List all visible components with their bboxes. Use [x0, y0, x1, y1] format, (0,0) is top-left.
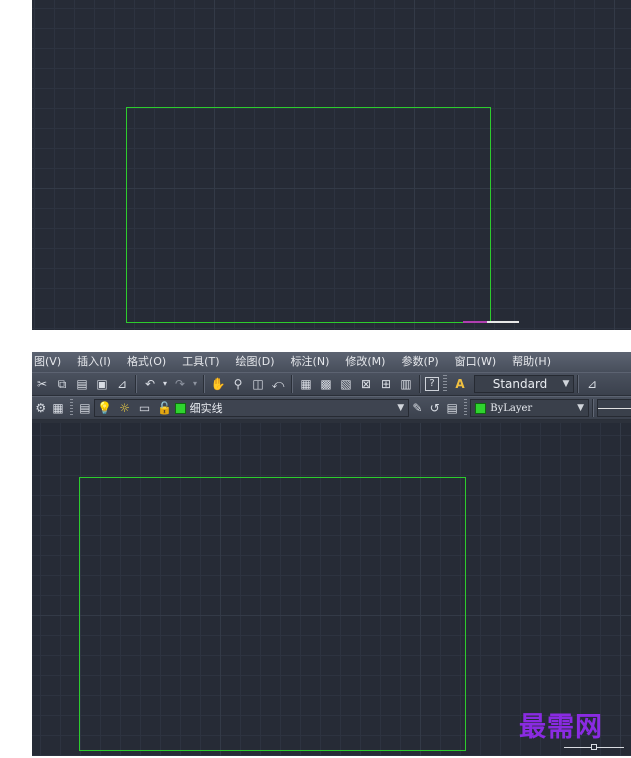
- toolbar-grip[interactable]: [463, 399, 468, 417]
- standard-toolbar: ✂ ⧉ ▤ ▣ ⊿ ↶ ▾ ↷ ▾ ✋ ⚲ ◫ ⤺ ▦ ▩ ▧ ⊠ ⊞ ▥ ? …: [32, 372, 631, 396]
- tool-palettes-icon[interactable]: ▧: [337, 375, 355, 393]
- layers-toolbar: ⚙ ▦ ▤ 💡 ☼ ▭ 🔓 细实线 ▼ ✎ ↺ ▤ ByLayer ▼: [32, 396, 631, 420]
- color-swatch: [475, 402, 487, 414]
- redo-icon[interactable]: ↷: [171, 375, 189, 393]
- drawing-canvas-top[interactable]: [32, 0, 631, 330]
- menu-format[interactable]: 格式(O): [119, 352, 174, 372]
- zoom-realtime-icon[interactable]: ⚲: [229, 375, 247, 393]
- linetype-dropdown[interactable]: [596, 399, 631, 417]
- properties-icon[interactable]: ▦: [297, 375, 315, 393]
- undo-icon[interactable]: ↶: [141, 375, 159, 393]
- text-style-icon[interactable]: A: [451, 375, 469, 393]
- color-dropdown[interactable]: ByLayer ▼: [470, 399, 589, 417]
- ucs-origin-icon: [591, 744, 597, 750]
- toolbar-separator: [419, 375, 421, 393]
- color-value: ByLayer: [490, 402, 533, 414]
- layer-lock-icon: 🔓: [157, 401, 173, 415]
- make-current-layer-icon[interactable]: ✎: [410, 399, 425, 417]
- toolbar-grip[interactable]: [69, 399, 74, 417]
- layer-manager-icon[interactable]: ▦: [50, 399, 65, 417]
- block-editor-icon[interactable]: ⊿: [113, 375, 131, 393]
- pan-icon[interactable]: ✋: [209, 375, 227, 393]
- menu-window[interactable]: 窗口(W): [447, 352, 504, 372]
- sheet-set-icon[interactable]: ⊠: [357, 375, 375, 393]
- chevron-down-icon: ▼: [577, 403, 585, 413]
- zoom-previous-icon[interactable]: ⤺: [269, 375, 287, 393]
- menu-insert[interactable]: 插入(I): [69, 352, 119, 372]
- menu-draw[interactable]: 绘图(D): [228, 352, 283, 372]
- chevron-down-icon: ▼: [562, 379, 570, 389]
- layer-on-icon: 💡: [97, 401, 113, 415]
- toolbar-grip[interactable]: [443, 375, 447, 393]
- layer-viewport-icon: ▭: [138, 401, 151, 415]
- top-status-marker-white: [487, 321, 519, 323]
- image-gap: [0, 330, 631, 352]
- layer-properties-icon[interactable]: ▤: [77, 399, 92, 417]
- text-style-dropdown[interactable]: Standard ▼: [474, 375, 574, 393]
- layer-color-swatch: [174, 402, 186, 414]
- undo-dropdown-icon[interactable]: ▾: [161, 375, 169, 393]
- zoom-window-icon[interactable]: ◫: [249, 375, 267, 393]
- design-center-icon[interactable]: ▩: [317, 375, 335, 393]
- green-rectangle-top[interactable]: [126, 107, 491, 323]
- watermark-logo: 最需网: [519, 712, 603, 743]
- toolbar-separator: [591, 399, 594, 417]
- menu-tools[interactable]: 工具(T): [174, 352, 227, 372]
- toolbar-separator: [577, 375, 579, 393]
- text-style-value: Standard: [492, 377, 548, 391]
- menu-modify[interactable]: 修改(M): [337, 352, 393, 372]
- menu-help[interactable]: 帮助(H): [504, 352, 559, 372]
- redo-dropdown-icon[interactable]: ▾: [191, 375, 199, 393]
- paste-icon[interactable]: ▤: [73, 375, 91, 393]
- toolbar-separator: [291, 375, 293, 393]
- layer-dropdown[interactable]: 💡 ☼ ▭ 🔓 细实线 ▼: [93, 399, 409, 417]
- menu-bar: 图(V) 插入(I) 格式(O) 工具(T) 绘图(D) 标注(N) 修改(M)…: [32, 352, 631, 372]
- menu-dimension[interactable]: 标注(N): [283, 352, 338, 372]
- layer-freeze-icon: ☼: [119, 401, 130, 415]
- linetype-preview: [597, 407, 631, 409]
- menu-view[interactable]: 图(V): [32, 352, 69, 372]
- calculator-icon[interactable]: ▥: [397, 375, 415, 393]
- dimension-style-icon[interactable]: ⊿: [583, 375, 601, 393]
- layer-previous-icon[interactable]: ↺: [427, 399, 442, 417]
- layer-name: 细实线: [189, 402, 223, 415]
- help-icon[interactable]: ?: [425, 377, 439, 391]
- match-properties-icon[interactable]: ▣: [93, 375, 111, 393]
- copy-icon[interactable]: ⧉: [53, 375, 71, 393]
- layer-state-icon[interactable]: ▤: [444, 399, 459, 417]
- green-rectangle-bottom[interactable]: [79, 477, 466, 751]
- menu-parametric[interactable]: 参数(P): [393, 352, 446, 372]
- toolbar-separator: [135, 375, 137, 393]
- toolbar-separator: [203, 375, 205, 393]
- cut-icon[interactable]: ✂: [33, 375, 51, 393]
- chevron-down-icon: ▼: [397, 403, 405, 413]
- top-status-marker-magenta: [463, 321, 487, 323]
- markup-icon[interactable]: ⊞: [377, 375, 395, 393]
- layer-states-icon[interactable]: ⚙: [33, 399, 48, 417]
